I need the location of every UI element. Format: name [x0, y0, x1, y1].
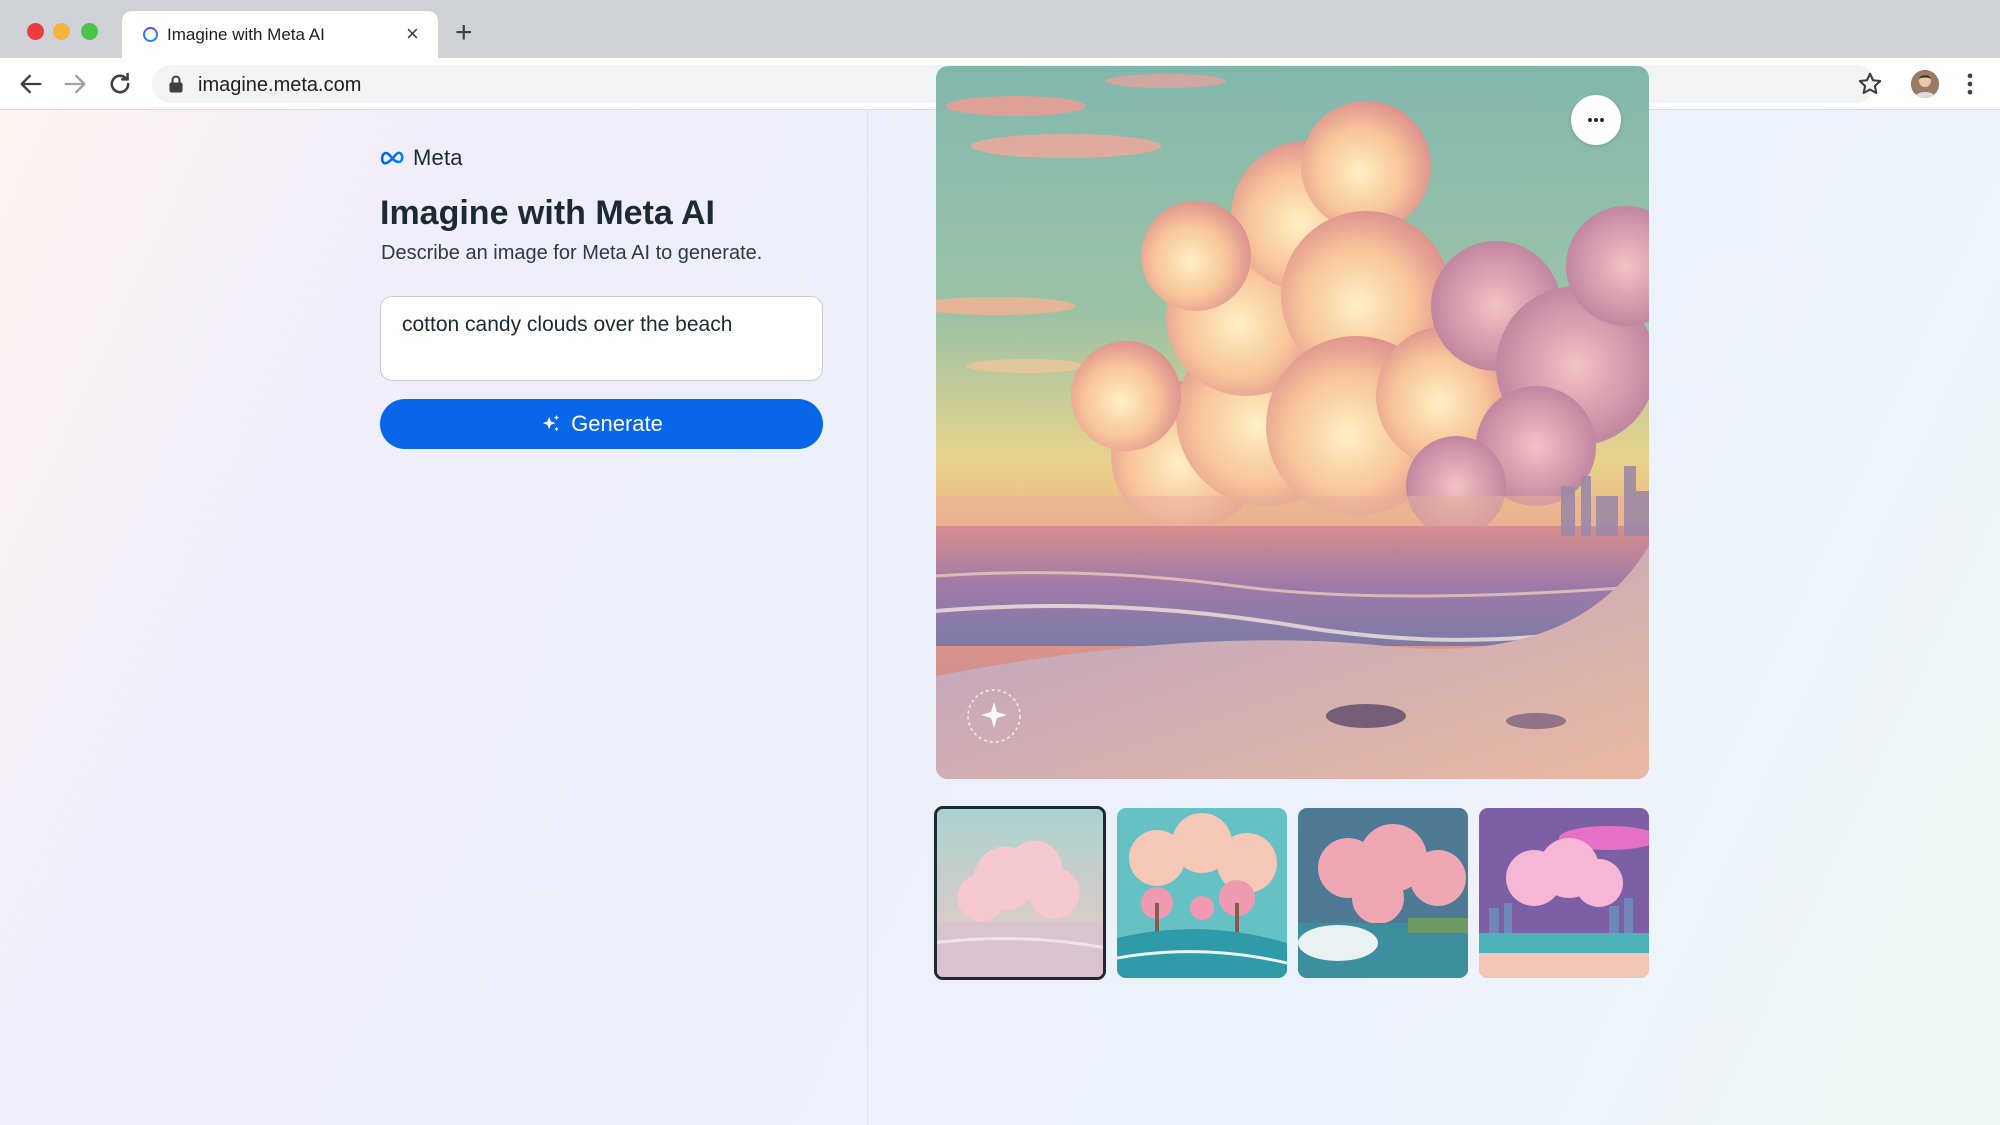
reload-icon[interactable] [106, 70, 134, 98]
plus-icon[interactable]: + [455, 18, 473, 48]
window-minimize-button[interactable] [53, 23, 70, 40]
generate-label: Generate [571, 411, 663, 436]
thumbnail-2[interactable] [1117, 808, 1287, 978]
meta-infinity-icon [380, 151, 404, 165]
generate-button[interactable]: Generate [380, 399, 823, 449]
browser-tab-bar: Imagine with Meta AI × + [0, 0, 2000, 58]
page-title: Imagine with Meta AI [380, 194, 716, 232]
panel-divider [867, 110, 868, 1125]
window-close-button[interactable] [27, 23, 44, 40]
lock-icon[interactable] [168, 75, 184, 93]
window-maximize-button[interactable] [81, 23, 98, 40]
generated-image[interactable] [936, 66, 1649, 779]
tab-title: Imagine with Meta AI [167, 25, 325, 44]
logo-text: Meta [413, 145, 463, 170]
thumbnail-4[interactable] [1479, 808, 1649, 978]
forward-arrow-icon[interactable] [61, 70, 89, 98]
prompt-text[interactable]: cotton candy clouds over the beach [402, 313, 732, 337]
more-horizontal-icon [1588, 118, 1604, 122]
url-text[interactable]: imagine.meta.com [198, 74, 361, 97]
prompt-input[interactable]: cotton candy clouds over the beach [380, 296, 823, 381]
meta-logo[interactable]: Meta [380, 144, 463, 172]
avatar[interactable] [1911, 70, 1939, 98]
star-icon[interactable] [1856, 70, 1884, 98]
sparkle-icon [542, 414, 560, 432]
more-options-button[interactable] [1571, 95, 1621, 145]
meta-ai-favicon-icon [143, 27, 158, 42]
browser-tab-active[interactable]: Imagine with Meta AI × [122, 11, 438, 58]
page-subtitle: Describe an image for Meta AI to generat… [381, 242, 763, 264]
close-icon[interactable]: × [406, 21, 419, 47]
back-arrow-icon[interactable] [17, 70, 45, 98]
kebab-menu-icon[interactable] [1956, 70, 1984, 98]
thumbnail-1[interactable] [934, 806, 1106, 980]
thumbnail-3[interactable] [1298, 808, 1468, 978]
